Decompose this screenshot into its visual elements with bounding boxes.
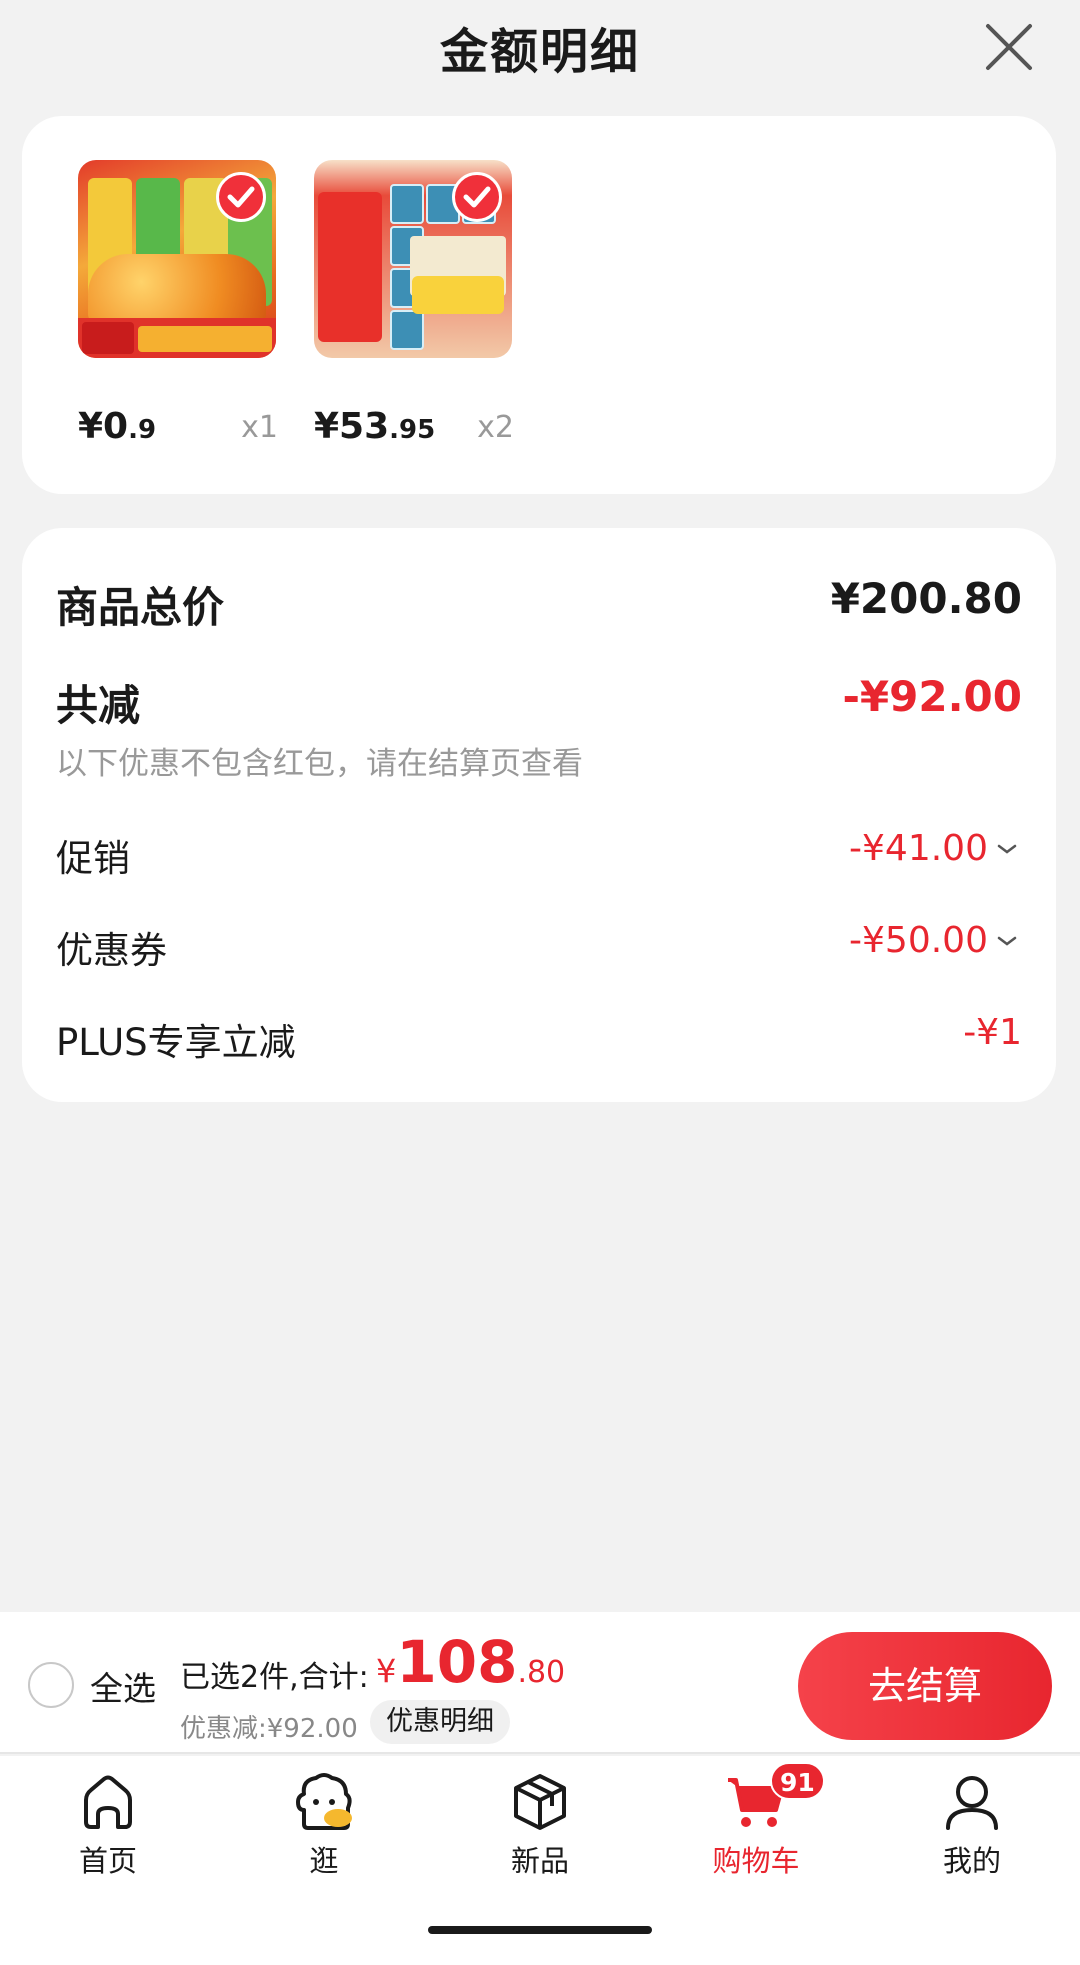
promotion-value: -¥41.00 <box>849 828 1022 869</box>
product-image[interactable] <box>78 160 276 358</box>
discount-detail-button[interactable]: 优惠明细 <box>370 1700 510 1744</box>
total-reduction-value: -¥92.00 <box>842 672 1022 721</box>
total-price-value: ¥200.80 <box>830 574 1022 623</box>
tab-label: 首页 <box>78 1844 137 1878</box>
box-icon <box>514 1774 566 1830</box>
tab-label: 逛 <box>309 1844 339 1878</box>
tab-label: 购物车 <box>712 1844 800 1878</box>
order-summary: 已选2件,合计: ¥108.80 优惠减:¥92.00 优惠明细 <box>180 1628 600 1748</box>
coupon-value: -¥50.00 <box>849 920 1022 961</box>
tab-browse[interactable]: 逛 <box>254 1770 394 1886</box>
home-indicator[interactable] <box>428 1926 652 1934</box>
selected-products-card: ¥0.9 x1 ¥53.95 x2 <box>22 116 1056 494</box>
product-quantity: x1 <box>241 410 278 445</box>
grand-total: ¥108.80 <box>376 1628 566 1696</box>
discount-text: 优惠减:¥92.00 <box>180 1714 358 1744</box>
chevron-down-icon[interactable] <box>996 842 1018 856</box>
total-price-label: 商品总价 <box>56 583 225 632</box>
header: 金额明细 <box>0 0 1080 96</box>
browse-icon <box>296 1773 352 1830</box>
select-all-label[interactable]: 全选 <box>90 1662 156 1710</box>
product-item[interactable]: ¥0.9 x1 <box>78 160 278 447</box>
tab-cart[interactable]: 91 购物车 <box>686 1762 826 1886</box>
checkout-button[interactable]: 去结算 <box>798 1632 1052 1740</box>
selected-check-icon <box>216 172 266 222</box>
tab-label: 我的 <box>942 1844 1001 1878</box>
selected-count-text: 已选2件,合计: <box>180 1660 369 1695</box>
promotion-label: 促销 <box>56 837 130 880</box>
coupon-label: 优惠券 <box>56 929 167 972</box>
plus-discount-label: PLUS专享立减 <box>56 1021 296 1064</box>
total-reduction-label: 共减 <box>56 681 141 730</box>
close-icon[interactable] <box>980 18 1038 76</box>
tab-label: 新品 <box>510 1844 569 1878</box>
bottom-tab-bar: 首页 逛 新品 91 购物车 我的 <box>0 1756 1080 1890</box>
user-icon <box>946 1776 998 1830</box>
product-item[interactable]: ¥53.95 x2 <box>314 160 514 447</box>
product-image[interactable] <box>314 160 512 358</box>
plus-discount-value: -¥1 <box>963 1012 1022 1053</box>
cart-count-badge: 91 <box>770 1762 825 1800</box>
home-icon <box>84 1775 132 1829</box>
tab-new[interactable]: 新品 <box>470 1770 610 1886</box>
product-price: ¥53.95 <box>314 406 436 447</box>
product-price: ¥0.9 <box>78 406 157 447</box>
selected-check-icon <box>452 172 502 222</box>
price-breakdown-card: 商品总价 ¥200.80 共减 -¥92.00 以下优惠不包含红包，请在结算页查… <box>22 528 1056 1102</box>
checkout-bar: 全选 已选2件,合计: ¥108.80 优惠减:¥92.00 优惠明细 去结算 <box>0 1612 1080 1754</box>
reduction-note: 以下优惠不包含红包，请在结算页查看 <box>56 746 583 782</box>
chevron-down-icon[interactable] <box>996 934 1018 948</box>
product-quantity: x2 <box>477 410 514 445</box>
tab-home[interactable]: 首页 <box>38 1770 178 1886</box>
tab-me[interactable]: 我的 <box>902 1770 1042 1886</box>
select-all-radio[interactable] <box>28 1662 74 1708</box>
page-title: 金额明细 <box>439 24 640 80</box>
